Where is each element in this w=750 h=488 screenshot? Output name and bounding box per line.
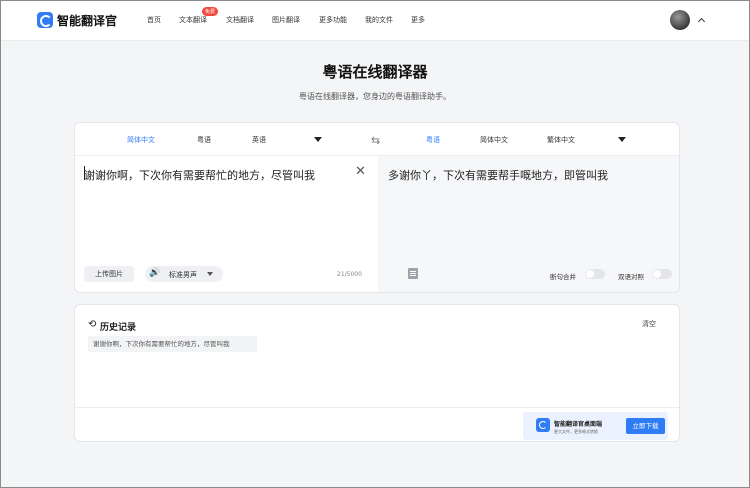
nav-item-home[interactable]: 首页	[147, 15, 161, 25]
clear-icon[interactable]: ✕	[355, 164, 366, 179]
app-name[interactable]: 智能翻译官	[57, 12, 117, 29]
download-button[interactable]: 立即下载	[626, 418, 665, 434]
source-pane[interactable]: 谢谢你啊，下次你有需要帮忙的地方，尽管叫我 ✕ 上传图片 🔊 标准男声 21/5…	[75, 156, 378, 292]
divider	[75, 407, 679, 408]
nav-item-document-translate[interactable]: 文档翻译	[226, 15, 254, 25]
page-title: 粤语在线翻译器	[322, 63, 428, 81]
source-lang-simplified-chinese[interactable]: 简体中文	[127, 135, 155, 145]
translator-card: 简体中文 粤语 英语 ⇆ 粤语 简体中文 繁体中文 谢谢你啊，下次你有需要帮忙的…	[74, 122, 680, 293]
target-lang-traditional-chinese[interactable]: 繁体中文	[547, 135, 575, 145]
target-pane: 多谢你丫，下次有需要帮手嘅地方，即管叫我 断句合并 双语对照	[378, 156, 679, 292]
promo-subtitle: 更大文件，更多格式转换	[554, 429, 598, 434]
history-item[interactable]: 谢谢你啊，下次你有需要帮忙的地方，尽管叫我	[88, 336, 257, 352]
target-lang-simplified-chinese[interactable]: 简体中文	[480, 135, 508, 145]
nav-item-more-features[interactable]: 更多功能	[319, 15, 347, 25]
char-count: 21/5000	[337, 271, 362, 278]
logo-icon[interactable]	[37, 12, 53, 28]
source-lang-english[interactable]: 英语	[252, 135, 266, 145]
source-lang-cantonese[interactable]: 粤语	[197, 135, 211, 145]
merge-sentences-label: 断句合并	[550, 273, 576, 281]
language-bar: 简体中文 粤语 英语 ⇆ 粤语 简体中文 繁体中文	[75, 123, 679, 156]
voice-select[interactable]: 🔊 标准男声	[145, 266, 223, 282]
nav-item-more[interactable]: 更多	[411, 15, 425, 25]
nav-item-my-files[interactable]: 我的文件	[365, 15, 393, 25]
chevron-down-icon[interactable]	[207, 272, 213, 276]
desktop-promo: 智能翻译官桌面端 更大文件，更多格式转换 立即下载	[523, 412, 668, 440]
history-title: 历史记录	[100, 323, 137, 333]
clear-history-button[interactable]: 清空	[642, 319, 656, 329]
nav-item-text-translate[interactable]: 文本翻译	[179, 15, 207, 25]
copy-icon[interactable]	[408, 268, 418, 279]
desktop-app-icon	[536, 418, 550, 432]
translation-output: 多谢你丫，下次有需要帮手嘅地方，即管叫我	[388, 169, 608, 182]
page-subtitle: 粤语在线翻译器，您身边的粤语翻译助手。	[299, 92, 451, 101]
voice-label: 标准男声	[169, 271, 197, 279]
chevron-up-icon[interactable]	[697, 17, 706, 26]
merge-sentences-toggle[interactable]	[585, 269, 605, 279]
free-badge: 免费	[202, 7, 219, 16]
promo-title: 智能翻译官桌面端	[554, 421, 603, 428]
history-icon: ⟲	[88, 319, 97, 330]
bilingual-toggle[interactable]	[652, 269, 672, 279]
nav-item-image-translate[interactable]: 图片翻译	[272, 15, 300, 25]
target-lang-cantonese[interactable]: 粤语	[426, 135, 440, 145]
upload-image-button[interactable]: 上传图片	[84, 266, 134, 282]
bilingual-label: 双语对照	[618, 273, 644, 281]
top-navigation: 智能翻译官 首页 文本翻译 免费 文档翻译 图片翻译 更多功能 我的文件 更多	[1, 1, 749, 41]
avatar[interactable]	[670, 10, 690, 30]
target-lang-dropdown-icon[interactable]	[618, 137, 626, 142]
source-lang-dropdown-icon[interactable]	[314, 137, 322, 142]
swap-icon[interactable]: ⇆	[371, 134, 380, 147]
speaker-icon[interactable]: 🔊	[149, 268, 160, 278]
history-card: ⟲ 历史记录 清空 谢谢你啊，下次你有需要帮忙的地方，尽管叫我 智能翻译官桌面端…	[74, 304, 680, 442]
source-text-input[interactable]: 谢谢你啊，下次你有需要帮忙的地方，尽管叫我	[84, 167, 315, 183]
